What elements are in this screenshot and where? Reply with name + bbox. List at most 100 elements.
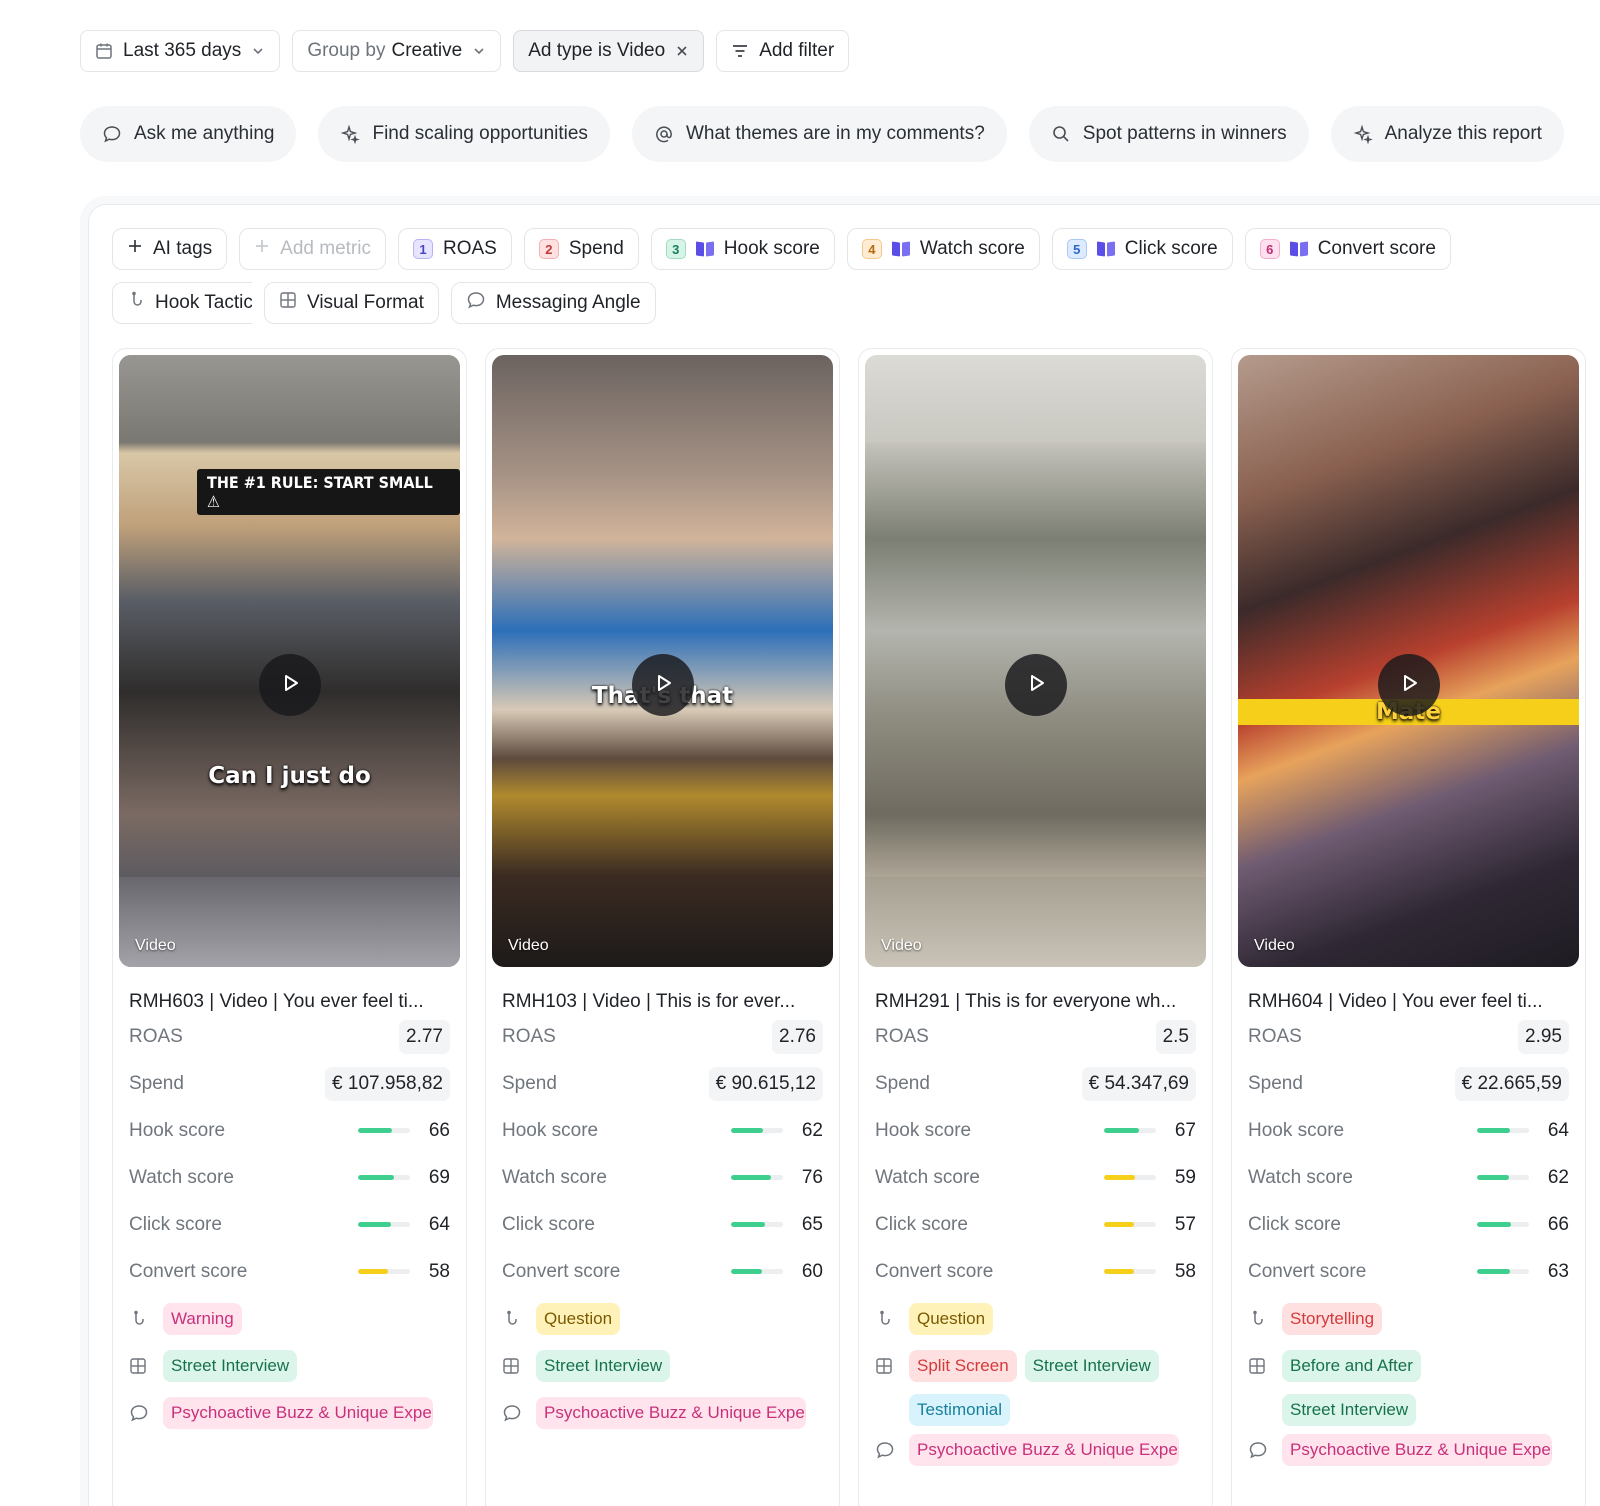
video-type-label: Video bbox=[881, 937, 922, 954]
play-button[interactable] bbox=[258, 654, 321, 716]
prompt-analyze-report[interactable]: Analyze this report bbox=[1330, 106, 1564, 162]
tag-pill[interactable]: Split Screen bbox=[909, 1350, 1017, 1382]
play-icon bbox=[1398, 672, 1420, 699]
metric-row-convert-score: Convert score 60 bbox=[502, 1248, 823, 1295]
close-icon[interactable] bbox=[675, 44, 689, 58]
score-value: 67 bbox=[1174, 1119, 1196, 1141]
plus-icon bbox=[127, 238, 143, 260]
tag-pill[interactable]: Warning bbox=[163, 1303, 242, 1335]
video-thumbnail[interactable]: Video bbox=[865, 355, 1206, 967]
tag-chip-label: Visual Format bbox=[307, 292, 424, 313]
prompt-label: Spot patterns in winners bbox=[1082, 123, 1287, 144]
metric-row-roas: ROAS 2.76 bbox=[502, 1013, 823, 1060]
tag-chip-label: Hook Tactic bbox=[155, 292, 252, 313]
prompt-comment-themes[interactable]: What themes are in my comments? bbox=[631, 106, 1007, 162]
tag-pill[interactable]: Question bbox=[909, 1303, 994, 1335]
metric-chip-click-score[interactable]: 5 Click score bbox=[1051, 228, 1233, 270]
hook-icon bbox=[127, 291, 145, 315]
metric-chip-convert-score[interactable]: 6 Convert score bbox=[1244, 228, 1451, 270]
ad-type-label: Ad type is Video bbox=[528, 40, 666, 61]
metric-chip-roas[interactable]: 1 ROAS bbox=[397, 228, 512, 270]
tag-chip-visual-format[interactable]: Visual Format bbox=[264, 282, 439, 324]
creative-card[interactable]: That's that Video RMH103 | Video | This … bbox=[485, 348, 840, 1506]
prompt-spot-patterns[interactable]: Spot patterns in winners bbox=[1028, 106, 1309, 162]
creative-card[interactable]: THE #1 RULE: START SMALL ⚠ Can I just do… bbox=[112, 348, 467, 1506]
add-filter-button[interactable]: Add filter bbox=[716, 30, 850, 72]
play-button[interactable] bbox=[1004, 654, 1067, 716]
tag-pill[interactable]: Psychoactive Buzz & Unique Experi bbox=[536, 1397, 806, 1429]
prompt-ask-anything[interactable]: Ask me anything bbox=[80, 106, 297, 162]
play-icon bbox=[1025, 672, 1047, 699]
spend-value: € 107.958,82 bbox=[325, 1066, 450, 1101]
video-thumbnail[interactable]: THE #1 RULE: START SMALL ⚠ Can I just do… bbox=[119, 355, 460, 967]
tag-pill[interactable]: Testimonial bbox=[909, 1394, 1011, 1426]
score-bar bbox=[731, 1175, 783, 1180]
tag-pill[interactable]: Psychoactive Buzz & Unique Experi bbox=[1282, 1434, 1552, 1466]
metric-label: Click score bbox=[129, 1213, 222, 1235]
book-icon bbox=[892, 242, 910, 256]
metric-label: Spend bbox=[129, 1072, 184, 1094]
creative-card[interactable]: Mate Video RMH604 | Video | You ever fee… bbox=[1231, 348, 1586, 1506]
date-range-filter[interactable]: Last 365 days bbox=[80, 30, 281, 72]
metric-row-convert-score: Convert score 63 bbox=[1248, 1248, 1569, 1295]
plus-icon bbox=[254, 238, 270, 260]
tag-pill[interactable]: Question bbox=[536, 1303, 621, 1335]
metric-label: ROAS bbox=[1248, 1025, 1302, 1047]
play-button[interactable] bbox=[1377, 654, 1440, 716]
metric-index-badge: 5 bbox=[1066, 239, 1087, 259]
sparkle-icon bbox=[1353, 124, 1373, 144]
letterbox bbox=[865, 355, 1206, 443]
video-thumbnail[interactable]: Mate Video bbox=[1238, 355, 1579, 967]
tag-pill[interactable]: Street Interview bbox=[1282, 1394, 1417, 1426]
creative-title[interactable]: RMH103 | Video | This is for ever... bbox=[502, 991, 823, 1013]
metric-row-hook-score: Hook score 62 bbox=[502, 1107, 823, 1154]
score-bar bbox=[731, 1269, 783, 1274]
tag-pill[interactable]: Storytelling bbox=[1282, 1303, 1383, 1335]
visual-format-tags: Street Interview bbox=[129, 1342, 450, 1389]
creative-title[interactable]: RMH604 | Video | You ever feel ti... bbox=[1248, 991, 1569, 1013]
letterbox bbox=[119, 355, 460, 443]
score-bar bbox=[358, 1269, 410, 1274]
spend-value: € 22.665,59 bbox=[1454, 1066, 1569, 1101]
messaging-angle-tags: Psychoactive Buzz & Unique Experi bbox=[129, 1389, 450, 1436]
prompt-scaling[interactable]: Find scaling opportunities bbox=[318, 106, 610, 162]
tag-pill[interactable]: Psychoactive Buzz & Unique Experi bbox=[909, 1434, 1179, 1466]
metric-label: Watch score bbox=[129, 1166, 234, 1188]
prompt-label: Analyze this report bbox=[1384, 123, 1542, 144]
metric-label: Convert score bbox=[502, 1260, 621, 1282]
prompt-suggestions: Ask me anything Find scaling opportuniti… bbox=[80, 106, 1600, 162]
creative-title[interactable]: RMH603 | Video | You ever feel ti... bbox=[129, 991, 450, 1013]
tag-pill[interactable]: Before and After bbox=[1282, 1350, 1421, 1382]
tag-pill[interactable]: Street Interview bbox=[163, 1350, 298, 1382]
tag-chip-hook-tactic[interactable]: Hook Tactic bbox=[112, 282, 252, 324]
add-metric-button[interactable]: Add metric bbox=[239, 228, 386, 270]
tag-pill[interactable]: Street Interview bbox=[1024, 1350, 1159, 1382]
hook-icon bbox=[1248, 1303, 1268, 1335]
metric-chip-watch-score[interactable]: 4 Watch score bbox=[846, 228, 1040, 270]
tag-chip-messaging-angle[interactable]: Messaging Angle bbox=[450, 282, 656, 324]
metric-index-badge: 1 bbox=[412, 239, 433, 259]
metric-chip-spend[interactable]: 2 Spend bbox=[523, 228, 639, 270]
tag-pill[interactable]: Psychoactive Buzz & Unique Experi bbox=[163, 1397, 433, 1429]
prompt-label: Ask me anything bbox=[134, 123, 275, 144]
grid-icon bbox=[279, 291, 297, 315]
hook-tactic-tags: Question bbox=[875, 1295, 1196, 1342]
score-value: 76 bbox=[801, 1166, 823, 1188]
metric-label: ROAS bbox=[875, 1025, 929, 1047]
score-bar bbox=[731, 1222, 783, 1227]
metric-chip-hook-score[interactable]: 3 Hook score bbox=[650, 228, 835, 270]
score-value: 59 bbox=[1174, 1166, 1196, 1188]
creative-title[interactable]: RMH291 | This is for everyone wh... bbox=[875, 991, 1196, 1013]
ai-tags-button[interactable]: AI tags bbox=[112, 228, 228, 270]
video-banner-text: THE #1 RULE: START SMALL ⚠ bbox=[197, 469, 460, 515]
ad-type-filter[interactable]: Ad type is Video bbox=[513, 30, 705, 72]
chat-bubble-icon bbox=[102, 124, 122, 144]
metric-row-convert-score: Convert score 58 bbox=[875, 1248, 1196, 1295]
score-bar-fill bbox=[1104, 1222, 1134, 1227]
group-by-filter[interactable]: Group by Creative bbox=[292, 30, 502, 72]
video-thumbnail[interactable]: That's that Video bbox=[492, 355, 833, 967]
play-button[interactable] bbox=[631, 654, 694, 716]
creative-card[interactable]: Video RMH291 | This is for everyone wh..… bbox=[858, 348, 1213, 1506]
score-bar bbox=[1477, 1175, 1529, 1180]
tag-pill[interactable]: Street Interview bbox=[536, 1350, 671, 1382]
